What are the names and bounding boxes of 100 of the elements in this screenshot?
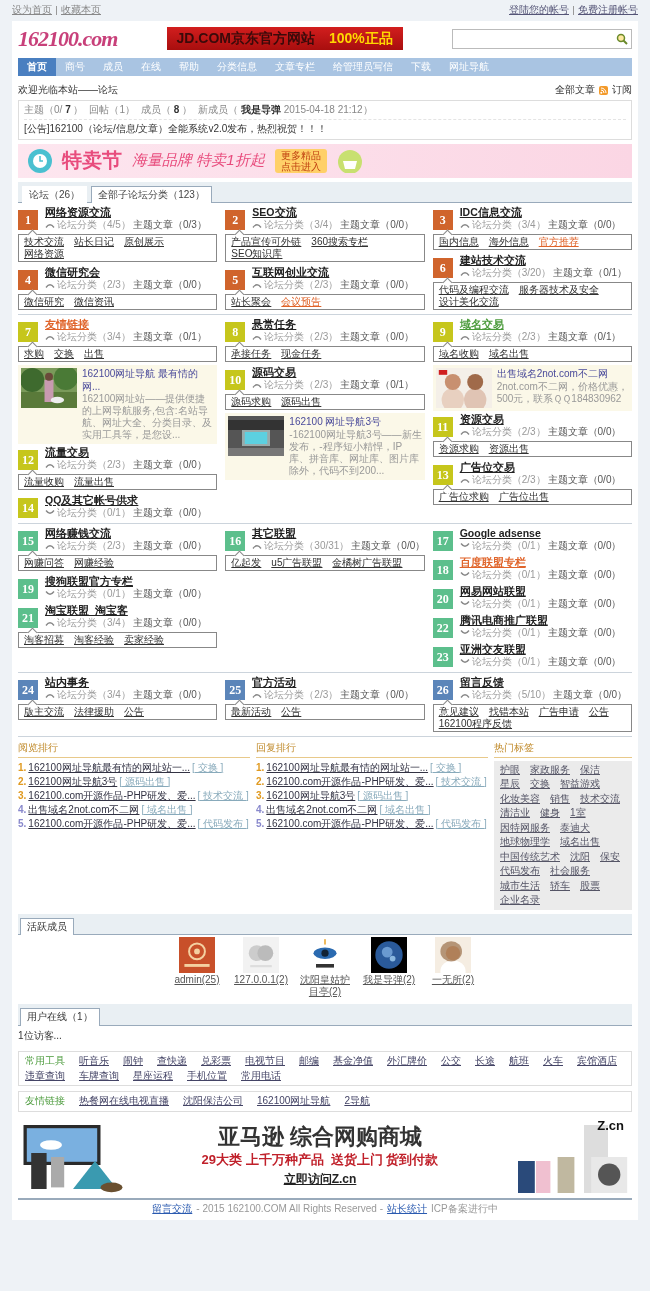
- forum-title[interactable]: 资源交易: [459, 413, 504, 426]
- subforum-link[interactable]: 亿起发: [231, 557, 262, 569]
- subforum-link[interactable]: 海外信息: [488, 236, 529, 248]
- forum-tab[interactable]: 论坛（26）: [22, 185, 88, 203]
- expand-icon[interactable]: [459, 543, 470, 549]
- tag-link[interactable]: 股票: [580, 879, 600, 892]
- subforum-link[interactable]: 淘客招募: [24, 634, 64, 646]
- subforum-link[interactable]: 求购: [24, 348, 44, 360]
- collapse-icon[interactable]: [45, 282, 55, 288]
- tag-link[interactable]: 泰迪犬: [560, 821, 590, 834]
- subforum-link[interactable]: 域名出售: [488, 348, 529, 360]
- rss-icon[interactable]: [599, 85, 608, 95]
- collapse-icon[interactable]: [252, 692, 263, 698]
- forum-title[interactable]: 友情链接: [45, 318, 89, 331]
- tool-link[interactable]: 长途: [475, 1055, 495, 1068]
- expand-icon[interactable]: [459, 572, 470, 578]
- topic-link[interactable]: 出售域名2not.com不二网: [266, 802, 378, 817]
- subforum-link[interactable]: 流量出售: [74, 476, 114, 488]
- tag-link[interactable]: 清洁业: [500, 807, 530, 820]
- forum-title[interactable]: 互联网创业交流: [252, 266, 330, 279]
- subforum-link[interactable]: 微信研究: [24, 296, 64, 308]
- forum-title[interactable]: 悬赏任务: [252, 318, 297, 331]
- collapse-icon[interactable]: [459, 222, 470, 228]
- all-articles-link[interactable]: 全部文章: [555, 84, 595, 97]
- tag-link[interactable]: 技术交流: [580, 792, 620, 805]
- forum-title[interactable]: 微信研究会: [45, 266, 100, 279]
- search-field[interactable]: [452, 28, 632, 49]
- section-tab[interactable]: 用户在线（1）: [20, 1008, 100, 1026]
- subforum-link[interactable]: 公告: [281, 706, 302, 718]
- collapse-icon[interactable]: [459, 692, 470, 698]
- tag-link[interactable]: 家政服务: [530, 763, 570, 776]
- topic-link[interactable]: 162100.com开源作品-PHP研发、爱...: [266, 774, 434, 789]
- subforum-link[interactable]: 承接任务: [231, 348, 272, 360]
- subforum-link[interactable]: 设计美化交流: [438, 296, 499, 308]
- subforum-link[interactable]: u5广告联盟: [271, 557, 323, 569]
- collapse-icon[interactable]: [252, 282, 263, 288]
- topic-link[interactable]: 162100网址导航最有情的网址站一...: [266, 760, 429, 775]
- tag-link[interactable]: 企业名录: [500, 894, 540, 907]
- topic-link[interactable]: 出售域名2not.com不二网: [28, 802, 140, 817]
- nav-item[interactable]: 首页: [18, 57, 56, 76]
- subforum-link[interactable]: 交换: [54, 348, 74, 360]
- subforum-link[interactable]: 资源求购: [438, 443, 479, 455]
- banner-button[interactable]: 更多精品点击进入: [274, 148, 327, 173]
- topic-link[interactable]: 162100.com开源作品-PHP研发、爱...: [28, 816, 196, 831]
- tool-link[interactable]: 违章查询: [25, 1069, 65, 1082]
- subforum-link[interactable]: 产品宣传可外链: [231, 236, 302, 248]
- ad-banner[interactable]: JD.COM京东官方网站 100%正品: [166, 26, 403, 51]
- forum-title[interactable]: 留言反馈: [459, 676, 504, 689]
- forum-title[interactable]: Google adsense: [459, 527, 541, 540]
- forum-title[interactable]: 亚洲交友联盟: [459, 643, 526, 656]
- tool-link[interactable]: 手机位置: [187, 1069, 227, 1082]
- forum-title[interactable]: 其它联盟: [252, 527, 297, 540]
- forum-title[interactable]: 腾讯电商推广联盟: [459, 614, 548, 627]
- member-name[interactable]: 一无所(2): [424, 974, 482, 986]
- forum-tab[interactable]: 全部子论坛分类（123）: [91, 185, 212, 203]
- tag-link[interactable]: 健身: [540, 807, 560, 820]
- subforum-link[interactable]: 出售: [84, 348, 104, 360]
- tag-link[interactable]: 保洁: [580, 763, 600, 776]
- tag-link[interactable]: 沈阳: [570, 850, 590, 863]
- friend-link[interactable]: 162100网址导航: [257, 1095, 331, 1108]
- forum-title[interactable]: 网络资源交流: [45, 206, 111, 219]
- collapse-icon[interactable]: [45, 222, 55, 228]
- footer-link[interactable]: 站长统计: [387, 1202, 428, 1215]
- member-name[interactable]: 127.0.0.1(2): [232, 974, 290, 986]
- tool-link[interactable]: 电视节目: [245, 1055, 285, 1068]
- subforum-link[interactable]: 官方推荐: [538, 236, 579, 248]
- subforum-link[interactable]: 法律援助: [74, 706, 114, 718]
- forum-title[interactable]: 建站技术交流: [459, 254, 526, 267]
- subforum-link[interactable]: 技术交流: [24, 236, 64, 248]
- forum-title[interactable]: 域名交易: [459, 318, 504, 331]
- tool-link[interactable]: 外汇牌价: [387, 1055, 427, 1068]
- forum-title[interactable]: 搜狗联盟官方专栏: [45, 575, 133, 588]
- member-name[interactable]: admin(25): [168, 974, 226, 986]
- member-name[interactable]: 沈阳皇姑护目亭(2): [296, 974, 354, 998]
- subforum-link[interactable]: 站长日记: [74, 236, 114, 248]
- topic-link[interactable]: 162100.com开源作品-PHP研发、爱...: [28, 788, 196, 803]
- tag-link[interactable]: 地球物理学: [500, 836, 550, 849]
- subforum-link[interactable]: 162100程序反馈: [438, 718, 513, 730]
- subforum-link[interactable]: 原创展示: [124, 236, 164, 248]
- visit-link[interactable]: 立即访问Z.cn: [277, 1171, 363, 1189]
- subforum-link[interactable]: 流量收购: [24, 476, 64, 488]
- subforum-link[interactable]: 金橘树广告联盟: [332, 557, 403, 569]
- tag-link[interactable]: 销售: [550, 792, 570, 805]
- forum-title[interactable]: 流量交易: [45, 446, 89, 459]
- tag-link[interactable]: 社会服务: [550, 865, 590, 878]
- collapse-icon[interactable]: [45, 334, 55, 340]
- subforum-link[interactable]: 网络资源: [24, 248, 64, 260]
- tag-link[interactable]: 保安: [600, 850, 620, 863]
- tool-link[interactable]: 航班: [509, 1055, 529, 1068]
- collapse-icon[interactable]: [252, 334, 263, 340]
- tag-link[interactable]: 1室: [570, 807, 586, 820]
- subforum-link[interactable]: 资源出售: [488, 443, 529, 455]
- forum-title[interactable]: 源码交易: [252, 366, 297, 379]
- tool-link[interactable]: 基金净值: [333, 1055, 373, 1068]
- tool-link[interactable]: 查快递: [157, 1055, 187, 1068]
- subforum-link[interactable]: 源码出售: [281, 396, 322, 408]
- subforum-link[interactable]: 代码及编程交流: [438, 284, 509, 296]
- subforum-link[interactable]: 会议预告: [281, 296, 322, 308]
- footer-link[interactable]: 留言交流: [152, 1202, 193, 1215]
- forum-title[interactable]: 网络赚钱交流: [45, 527, 111, 540]
